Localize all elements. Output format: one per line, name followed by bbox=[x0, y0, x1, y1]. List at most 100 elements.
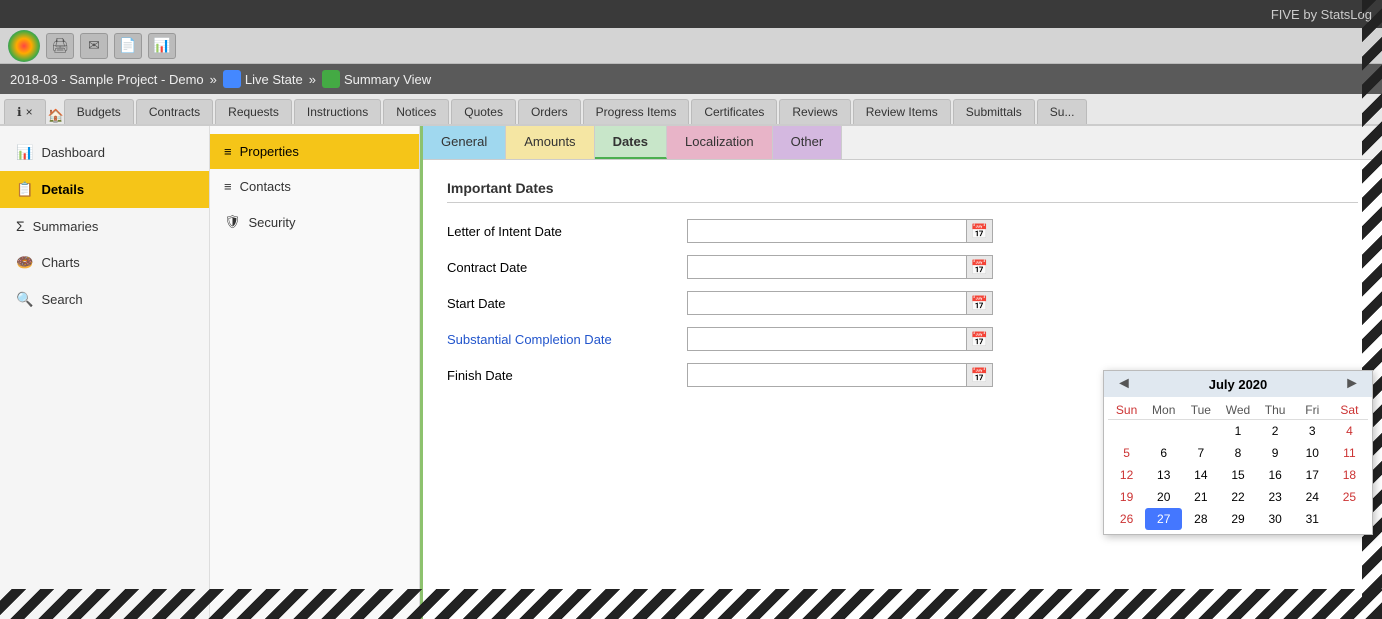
print-btn[interactable]: 🖨 bbox=[46, 33, 74, 59]
cal-day[interactable] bbox=[1182, 420, 1219, 442]
cal-day-empty bbox=[1108, 420, 1145, 442]
finish-date-calendar-btn[interactable]: 📅 bbox=[967, 363, 993, 387]
contract-date-calendar-btn[interactable]: 📅 bbox=[967, 255, 993, 279]
start-date-calendar-btn[interactable]: 📅 bbox=[967, 291, 993, 315]
tab-contracts[interactable]: Contracts bbox=[136, 99, 213, 124]
contract-date-label: Contract Date bbox=[447, 260, 677, 275]
cal-day[interactable] bbox=[1145, 420, 1182, 442]
cal-day-28[interactable]: 28 bbox=[1182, 508, 1219, 530]
cal-day-12[interactable]: 12 bbox=[1108, 464, 1145, 486]
cal-day-13[interactable]: 13 bbox=[1145, 464, 1182, 486]
dow-wed: Wed bbox=[1219, 403, 1256, 417]
cal-day-19[interactable]: 19 bbox=[1108, 486, 1145, 508]
live-state-icon bbox=[223, 70, 241, 88]
cal-day-22[interactable]: 22 bbox=[1219, 486, 1256, 508]
cal-day-5[interactable]: 5 bbox=[1108, 442, 1145, 464]
cal-day-21[interactable]: 21 bbox=[1182, 486, 1219, 508]
tab-localization[interactable]: Localization bbox=[667, 126, 773, 159]
tab-other[interactable]: Other bbox=[773, 126, 843, 159]
start-date-row: Start Date 📅 bbox=[447, 291, 1358, 315]
cal-day-3[interactable]: 3 bbox=[1294, 420, 1331, 442]
cal-day-27[interactable]: 27 bbox=[1145, 508, 1182, 530]
sidebar-item-details[interactable]: 📋 Details bbox=[0, 171, 209, 208]
cal-day-24[interactable]: 24 bbox=[1294, 486, 1331, 508]
app-title: FIVE by StatsLog bbox=[1271, 7, 1372, 22]
cal-day-6[interactable]: 6 bbox=[1145, 442, 1182, 464]
cal-day-26[interactable]: 26 bbox=[1108, 508, 1145, 530]
tab-notices[interactable]: Notices bbox=[383, 99, 449, 124]
cal-day-11[interactable]: 11 bbox=[1331, 442, 1368, 464]
sub-sidebar-properties[interactable]: ≡ Properties bbox=[210, 134, 419, 169]
contract-date-row: Contract Date 📅 bbox=[447, 255, 1358, 279]
letter-of-intent-input[interactable] bbox=[687, 219, 967, 243]
cal-day-16[interactable]: 16 bbox=[1257, 464, 1294, 486]
tab-requests[interactable]: Requests bbox=[215, 99, 292, 124]
tab-budgets[interactable]: Budgets bbox=[64, 99, 134, 124]
summary-icon bbox=[322, 70, 340, 88]
cal-day-23[interactable]: 23 bbox=[1257, 486, 1294, 508]
zigzag-bottom-border bbox=[0, 589, 1382, 619]
cal-day-4[interactable]: 4 bbox=[1331, 420, 1368, 442]
tab-amounts[interactable]: Amounts bbox=[506, 126, 594, 159]
calendar-next-btn[interactable]: ► bbox=[1340, 375, 1364, 393]
details-icon: 📋 bbox=[16, 181, 33, 198]
cal-day-1[interactable]: 1 bbox=[1219, 420, 1256, 442]
finish-date-input[interactable] bbox=[687, 363, 967, 387]
breadcrumb-bar: 2018-03 - Sample Project - Demo » Live S… bbox=[0, 64, 1382, 94]
cal-day-29[interactable]: 29 bbox=[1219, 508, 1256, 530]
charts-icon: 🍩 bbox=[16, 254, 33, 271]
cal-day-8[interactable]: 8 bbox=[1219, 442, 1256, 464]
substantial-completion-input[interactable] bbox=[687, 327, 967, 351]
sub-sidebar-contacts[interactable]: ≡ Contacts bbox=[210, 169, 419, 204]
tab-instructions[interactable]: Instructions bbox=[294, 99, 381, 124]
calendar-prev-btn[interactable]: ◄ bbox=[1112, 375, 1136, 393]
sidebar: 📊 Dashboard 📋 Details Σ Summaries 🍩 Char… bbox=[0, 126, 210, 619]
app-logo bbox=[8, 30, 40, 62]
pdf-btn[interactable]: 📄 bbox=[114, 33, 142, 59]
dow-mon: Mon bbox=[1145, 403, 1182, 417]
letter-of-intent-input-group: 📅 bbox=[687, 219, 993, 243]
title-bar: FIVE by StatsLog bbox=[0, 0, 1382, 28]
live-state-label[interactable]: Live State bbox=[245, 72, 303, 87]
letter-of-intent-calendar-btn[interactable]: 📅 bbox=[967, 219, 993, 243]
tab-dates[interactable]: Dates bbox=[595, 126, 667, 159]
contract-date-input[interactable] bbox=[687, 255, 967, 279]
start-date-label: Start Date bbox=[447, 296, 677, 311]
cal-day-17[interactable]: 17 bbox=[1294, 464, 1331, 486]
sidebar-item-summaries[interactable]: Σ Summaries bbox=[0, 208, 209, 244]
cal-day-14[interactable]: 14 bbox=[1182, 464, 1219, 486]
tab-progress-items[interactable]: Progress Items bbox=[583, 99, 690, 124]
cal-day-15[interactable]: 15 bbox=[1219, 464, 1256, 486]
cal-day-9[interactable]: 9 bbox=[1257, 442, 1294, 464]
cal-day-25[interactable]: 25 bbox=[1331, 486, 1368, 508]
cal-day-20[interactable]: 20 bbox=[1145, 486, 1182, 508]
tab-su[interactable]: Su... bbox=[1037, 99, 1088, 124]
cal-day-18[interactable]: 18 bbox=[1331, 464, 1368, 486]
tab-submittals[interactable]: Submittals bbox=[953, 99, 1035, 124]
tab-orders[interactable]: Orders bbox=[518, 99, 581, 124]
cal-day-30[interactable]: 30 bbox=[1257, 508, 1294, 530]
start-date-input[interactable] bbox=[687, 291, 967, 315]
cal-day-2[interactable]: 2 bbox=[1257, 420, 1294, 442]
calendar-popup: ◄ July 2020 ► Sun Mon Tue Wed Thu Fri Sa… bbox=[1103, 370, 1373, 535]
export-btn[interactable]: 📊 bbox=[148, 33, 176, 59]
home-tab[interactable]: 🏠 bbox=[48, 108, 64, 124]
cal-day-31[interactable]: 31 bbox=[1294, 508, 1331, 530]
browser-toolbar: 🖨 ✉ 📄 📊 bbox=[0, 28, 1382, 64]
cal-day-10[interactable]: 10 bbox=[1294, 442, 1331, 464]
sidebar-item-charts[interactable]: 🍩 Charts bbox=[0, 244, 209, 281]
tab-quotes[interactable]: Quotes bbox=[451, 99, 516, 124]
tab-general[interactable]: General bbox=[423, 126, 506, 159]
sidebar-item-search[interactable]: 🔍 Search bbox=[0, 281, 209, 318]
sub-sidebar-security[interactable]: 🛡 Security bbox=[210, 204, 419, 240]
tab-certificates[interactable]: Certificates bbox=[691, 99, 777, 124]
substantial-completion-calendar-btn[interactable]: 📅 bbox=[967, 327, 993, 351]
email-btn[interactable]: ✉ bbox=[80, 33, 108, 59]
tab-review-items[interactable]: Review Items bbox=[853, 99, 951, 124]
tab-close-btn[interactable]: ℹ × bbox=[4, 99, 46, 124]
tab-reviews[interactable]: Reviews bbox=[779, 99, 850, 124]
cal-day-empty2 bbox=[1331, 508, 1368, 530]
sidebar-item-dashboard[interactable]: 📊 Dashboard bbox=[0, 134, 209, 171]
summary-view-label[interactable]: Summary View bbox=[344, 72, 431, 87]
cal-day-7[interactable]: 7 bbox=[1182, 442, 1219, 464]
